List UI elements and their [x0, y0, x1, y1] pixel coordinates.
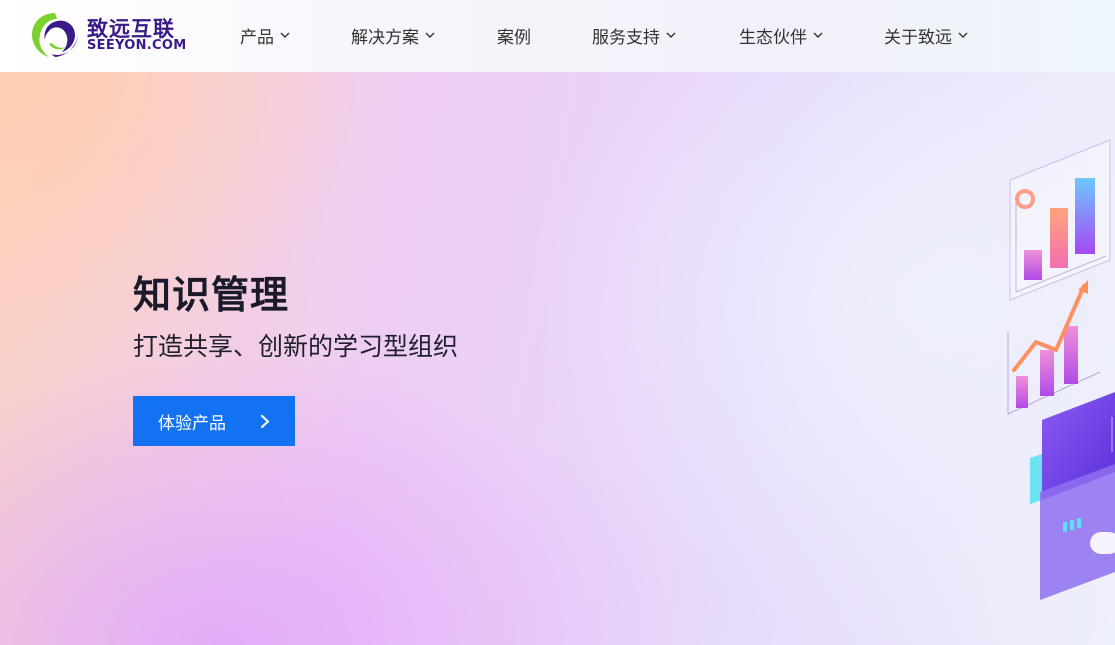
try-product-button[interactable]: 体验产品: [133, 396, 295, 446]
try-product-label: 体验产品: [158, 413, 226, 434]
nav-item-label: 产品: [240, 27, 274, 48]
chevron-right-icon: [260, 414, 270, 429]
nav-item-support[interactable]: 服务支持: [592, 23, 676, 48]
nav-item-partners[interactable]: 生态伙伴: [739, 23, 823, 48]
nav-item-label: 解决方案: [351, 27, 419, 48]
chevron-down-icon: [280, 32, 290, 38]
nav-item-cases[interactable]: 案例: [497, 23, 531, 48]
brand-logo[interactable]: 致远互联 SEEYON.COM: [29, 10, 186, 60]
nav-item-products[interactable]: 产品: [240, 23, 290, 48]
nav-item-label: 案例: [497, 27, 531, 48]
nav-item-label: 关于致远: [884, 27, 952, 48]
chevron-down-icon: [958, 32, 968, 38]
top-header: 致远互联 SEEYON.COM 产品 解决方案 案例 服务支持 生态伙伴 关于致…: [0, 0, 1115, 72]
nav-item-label: 生态伙伴: [739, 27, 807, 48]
brand-name-en: SEEYON.COM: [87, 38, 187, 53]
nav-item-about[interactable]: 关于致远: [884, 23, 968, 48]
chevron-down-icon: [813, 32, 823, 38]
chevron-down-icon: [425, 32, 435, 38]
seeyon-logo-icon: [32, 13, 78, 57]
nav-item-solutions[interactable]: 解决方案: [351, 23, 435, 48]
hero-subtitle: 打造共享、创新的学习型组织: [133, 332, 459, 361]
hero-banner: 知识管理 打造共享、创新的学习型组织 体验产品: [0, 72, 1115, 645]
chevron-down-icon: [666, 32, 676, 38]
hero-title: 知识管理: [133, 273, 290, 317]
nav-item-label: 服务支持: [592, 27, 660, 48]
hero-illustration: [1007, 139, 1115, 600]
